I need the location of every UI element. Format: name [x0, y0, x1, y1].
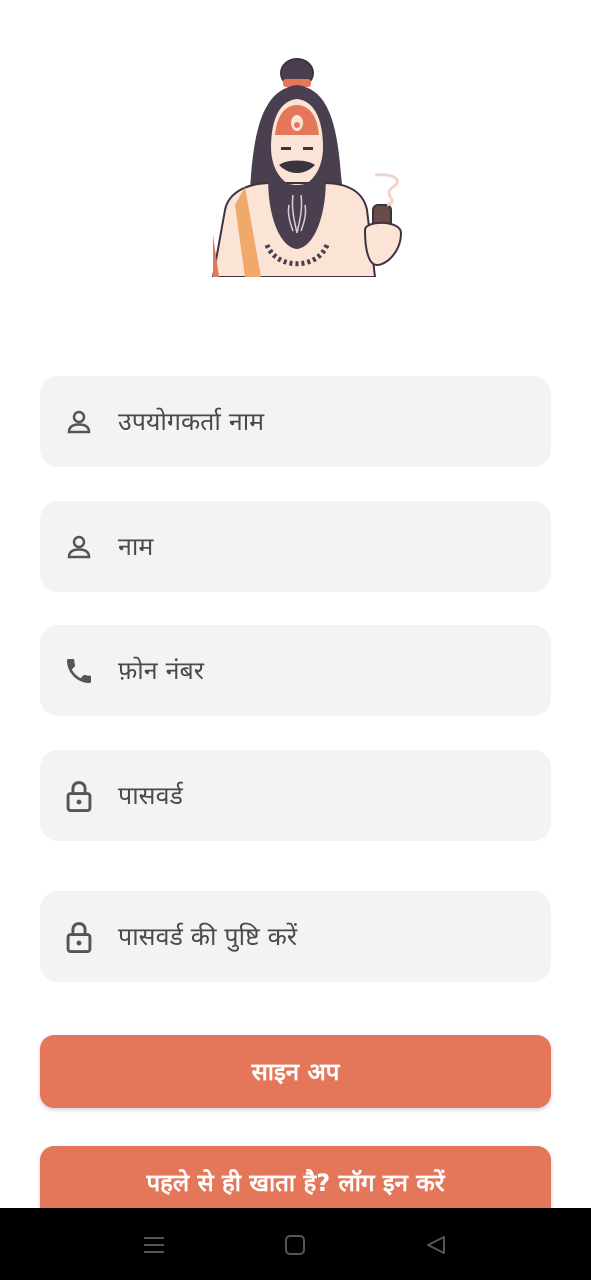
name-input[interactable] — [118, 501, 538, 592]
system-navigation-bar — [0, 1208, 591, 1280]
lock-icon — [61, 778, 97, 814]
phone-input[interactable] — [118, 625, 538, 716]
phone-field[interactable] — [40, 625, 551, 716]
person-icon — [61, 404, 97, 440]
name-field[interactable] — [40, 501, 551, 592]
password-field[interactable] — [40, 750, 551, 841]
sadhu-illustration — [211, 58, 403, 277]
confirm-password-input[interactable] — [118, 891, 538, 982]
confirm-password-field[interactable] — [40, 891, 551, 982]
username-input[interactable] — [118, 376, 538, 467]
person-icon — [61, 529, 97, 565]
menu-icon[interactable] — [137, 1228, 171, 1262]
signup-button[interactable]: साइन अप — [40, 1035, 551, 1108]
back-icon[interactable] — [419, 1228, 453, 1262]
home-icon[interactable] — [278, 1228, 312, 1262]
password-input[interactable] — [118, 750, 538, 841]
phone-icon — [61, 653, 97, 689]
username-field[interactable] — [40, 376, 551, 467]
lock-icon — [61, 919, 97, 955]
